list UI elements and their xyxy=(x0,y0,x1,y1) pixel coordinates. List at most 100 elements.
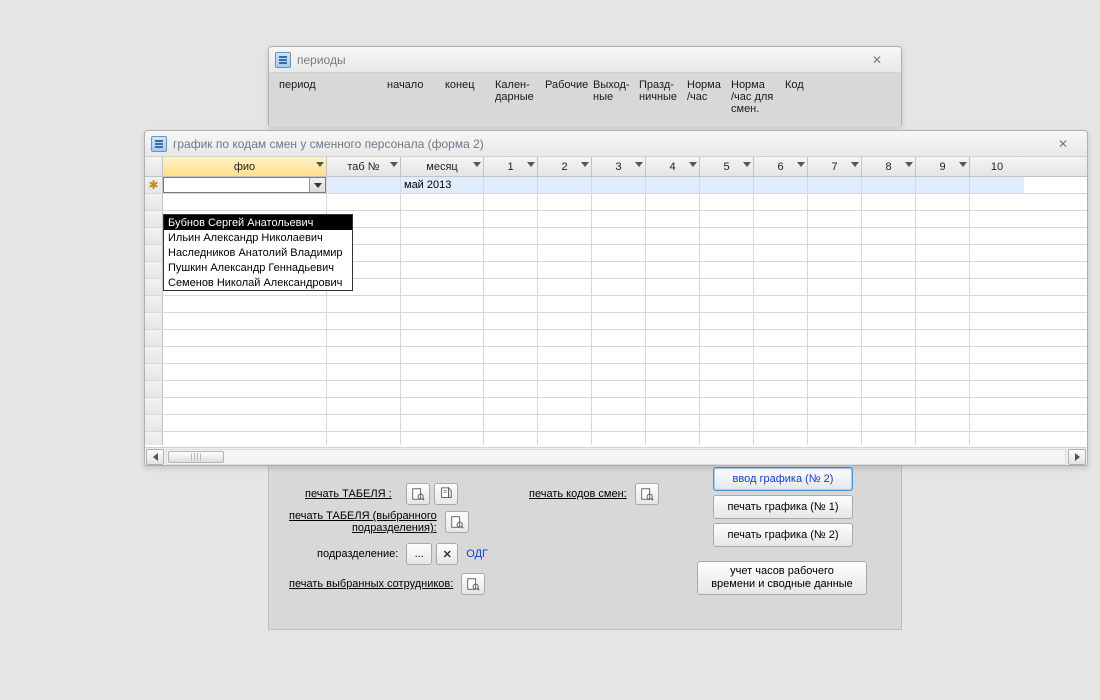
cell-day[interactable] xyxy=(592,177,646,193)
table-row[interactable] xyxy=(145,330,1087,347)
cell[interactable] xyxy=(484,228,538,244)
row-selector[interactable] xyxy=(145,194,163,210)
col-fio[interactable]: фио xyxy=(163,157,327,176)
cell[interactable] xyxy=(808,279,862,295)
cell-tabno[interactable] xyxy=(327,177,401,193)
cell[interactable] xyxy=(970,262,1024,278)
cell[interactable] xyxy=(646,313,700,329)
cell[interactable] xyxy=(646,279,700,295)
cell[interactable] xyxy=(538,245,592,261)
table-row[interactable] xyxy=(145,313,1087,330)
cell[interactable] xyxy=(163,194,327,210)
cell[interactable] xyxy=(401,398,484,414)
cell[interactable] xyxy=(700,296,754,312)
cell-day[interactable] xyxy=(808,177,862,193)
print-tabel-dept-button[interactable] xyxy=(445,511,469,533)
cell[interactable] xyxy=(538,364,592,380)
cell[interactable] xyxy=(163,364,327,380)
cell[interactable] xyxy=(592,364,646,380)
cell[interactable] xyxy=(484,432,538,445)
cell[interactable] xyxy=(700,279,754,295)
cell[interactable] xyxy=(538,330,592,346)
dropdown-option[interactable]: Наследников Анатолий Владимир xyxy=(164,245,352,260)
cell[interactable] xyxy=(163,381,327,397)
cell[interactable] xyxy=(484,211,538,227)
cell[interactable] xyxy=(401,313,484,329)
cell[interactable] xyxy=(862,296,916,312)
cell[interactable] xyxy=(401,432,484,445)
cell[interactable] xyxy=(808,364,862,380)
cell[interactable] xyxy=(700,432,754,445)
cell[interactable] xyxy=(916,296,970,312)
cell[interactable] xyxy=(401,194,484,210)
table-row[interactable] xyxy=(145,381,1087,398)
print-schedule-1-button[interactable]: печать графика (№ 1) xyxy=(713,495,853,519)
cell[interactable] xyxy=(754,381,808,397)
cell[interactable] xyxy=(592,398,646,414)
cell[interactable] xyxy=(401,262,484,278)
cell[interactable] xyxy=(808,347,862,363)
cell[interactable] xyxy=(401,415,484,431)
cell[interactable] xyxy=(538,194,592,210)
dropdown-option[interactable]: Пушкин Александр Геннадьевич xyxy=(164,260,352,275)
cell[interactable] xyxy=(592,432,646,445)
cell[interactable] xyxy=(862,330,916,346)
table-row[interactable] xyxy=(145,364,1087,381)
cell[interactable] xyxy=(592,279,646,295)
col-day-6[interactable]: 6 xyxy=(754,157,808,176)
cell[interactable] xyxy=(327,330,401,346)
cell[interactable] xyxy=(538,279,592,295)
scroll-track[interactable] xyxy=(166,449,1066,465)
cell-day[interactable] xyxy=(700,177,754,193)
dropdown-option[interactable]: Бубнов Сергей Анатольевич xyxy=(164,215,352,230)
cell[interactable] xyxy=(484,381,538,397)
cell[interactable] xyxy=(970,432,1024,445)
cell[interactable] xyxy=(970,279,1024,295)
cell[interactable] xyxy=(592,330,646,346)
cell[interactable] xyxy=(808,211,862,227)
row-selector[interactable] xyxy=(145,398,163,414)
cell[interactable] xyxy=(754,415,808,431)
row-selector[interactable] xyxy=(145,245,163,261)
cell[interactable] xyxy=(970,381,1024,397)
row-selector[interactable] xyxy=(145,432,163,445)
table-row[interactable] xyxy=(145,194,1087,211)
scroll-left-button[interactable] xyxy=(146,449,164,465)
cell[interactable] xyxy=(401,330,484,346)
cell[interactable] xyxy=(754,347,808,363)
cell[interactable] xyxy=(163,296,327,312)
cell[interactable] xyxy=(754,228,808,244)
cell[interactable] xyxy=(916,347,970,363)
cell[interactable] xyxy=(646,364,700,380)
cell[interactable] xyxy=(592,313,646,329)
cell[interactable] xyxy=(700,245,754,261)
cell[interactable] xyxy=(862,313,916,329)
cell[interactable] xyxy=(970,313,1024,329)
row-selector-header[interactable] xyxy=(145,157,163,176)
cell[interactable] xyxy=(808,245,862,261)
cell[interactable] xyxy=(916,313,970,329)
cell[interactable] xyxy=(808,398,862,414)
cell[interactable] xyxy=(970,194,1024,210)
cell[interactable] xyxy=(401,245,484,261)
cell[interactable] xyxy=(916,364,970,380)
cell[interactable] xyxy=(754,313,808,329)
cell[interactable] xyxy=(484,364,538,380)
label-print-tabel[interactable]: печать ТАБЕЛЯ : xyxy=(305,488,392,500)
label-print-codes[interactable]: печать кодов смен: xyxy=(529,488,627,500)
row-selector[interactable] xyxy=(145,415,163,431)
cell[interactable] xyxy=(970,330,1024,346)
cell[interactable] xyxy=(862,194,916,210)
cell[interactable] xyxy=(970,245,1024,261)
cell[interactable] xyxy=(592,381,646,397)
cell[interactable] xyxy=(592,296,646,312)
cell[interactable] xyxy=(754,432,808,445)
cell-day[interactable] xyxy=(484,177,538,193)
cell[interactable] xyxy=(754,245,808,261)
cell[interactable] xyxy=(862,279,916,295)
col-tabno[interactable]: таб № xyxy=(327,157,401,176)
cell[interactable] xyxy=(700,330,754,346)
new-record-icon[interactable]: ✱ xyxy=(145,177,163,193)
cell[interactable] xyxy=(646,262,700,278)
cell[interactable] xyxy=(808,330,862,346)
